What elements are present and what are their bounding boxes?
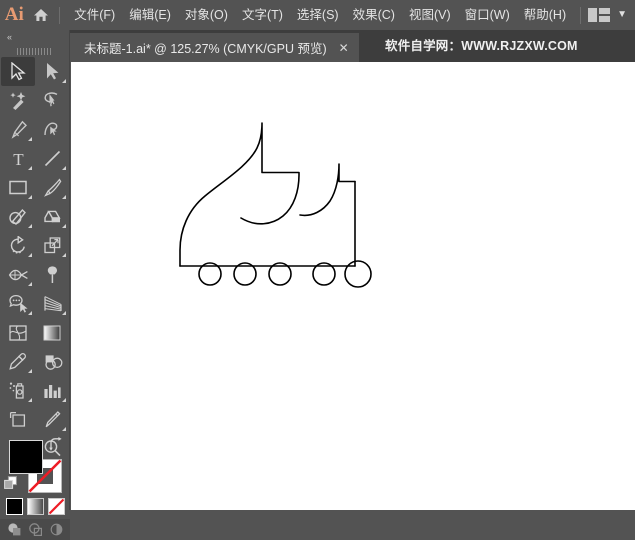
mesh-tool[interactable]	[1, 318, 35, 347]
column-graph-tool[interactable]	[35, 376, 69, 405]
menu-item-file[interactable]: 文件(F)	[67, 0, 122, 30]
draw-normal-button[interactable]	[7, 522, 22, 537]
gradient-tool[interactable]	[35, 318, 69, 347]
wheel	[344, 260, 372, 288]
free-transform-tool[interactable]	[35, 260, 69, 289]
menu-item-effect[interactable]: 效果(C)	[346, 0, 402, 30]
color-swatch[interactable]	[5, 497, 23, 515]
close-icon[interactable]: ✕	[339, 41, 349, 55]
document-tab[interactable]: 未标题-1.ai* @ 125.27% (CMYK/GPU 预览) ✕	[70, 33, 359, 62]
tool-flyout-indicator	[62, 398, 66, 402]
line-segment-tool[interactable]	[35, 144, 69, 173]
draw-mode-row	[0, 519, 70, 540]
tool-flyout-indicator	[28, 282, 32, 286]
workspace-switcher[interactable]: ▼	[573, 6, 635, 24]
eraser-tool[interactable]	[35, 202, 69, 231]
tool-flyout-indicator	[28, 137, 32, 141]
heel-curve-path	[299, 163, 356, 217]
tool-flyout-indicator	[28, 224, 32, 228]
watermark-text: 软件自学网：WWW.RJZXW.COM	[385, 39, 578, 53]
illustrator-window: Ai 文件(F) 编辑(E) 对象(O) 文字(T) 选择(S) 效果(C) 视…	[0, 0, 635, 540]
tool-flyout-indicator	[28, 195, 32, 199]
rotate-tool[interactable]	[1, 231, 35, 260]
slice-tool[interactable]	[35, 405, 69, 434]
tools-panel: « T	[0, 30, 70, 540]
fill-swatch[interactable]	[9, 440, 43, 474]
tool-flyout-indicator	[28, 311, 32, 315]
roller-skate-artwork[interactable]	[71, 62, 635, 510]
menu-item-help[interactable]: 帮助(H)	[517, 0, 573, 30]
tool-flyout-indicator	[62, 253, 66, 257]
shape-builder-tool[interactable]	[1, 289, 35, 318]
tool-grid: T	[0, 57, 69, 463]
workspace-divider	[580, 6, 582, 24]
draw-behind-button[interactable]	[28, 522, 43, 537]
fill-stroke-controls	[0, 435, 70, 495]
boot-front-path	[179, 122, 300, 267]
document-tab-title: 未标题-1.ai* @ 125.27% (CMYK/GPU 预览)	[84, 42, 327, 56]
home-icon[interactable]	[29, 0, 53, 30]
direct-selection-tool[interactable]	[35, 57, 69, 86]
default-fill-stroke-icon[interactable]	[4, 476, 18, 490]
none-swatch[interactable]	[47, 497, 65, 515]
gradient-swatch[interactable]	[26, 497, 44, 515]
menu-item-edit[interactable]: 编辑(E)	[122, 0, 178, 30]
selection-tool[interactable]	[1, 57, 35, 86]
tool-flyout-indicator	[28, 398, 32, 402]
menu-item-window[interactable]: 窗口(W)	[458, 0, 517, 30]
pen-tool[interactable]	[1, 115, 35, 144]
menu-divider	[59, 6, 61, 24]
tool-flyout-indicator	[62, 166, 66, 170]
tool-flyout-indicator	[62, 79, 66, 83]
menu-item-type[interactable]: 文字(T)	[235, 0, 290, 30]
drag-handle-grip[interactable]	[0, 45, 69, 57]
blend-tool[interactable]	[35, 347, 69, 376]
tool-flyout-indicator	[62, 195, 66, 199]
type-tool[interactable]: T	[1, 144, 35, 173]
width-tool[interactable]	[1, 260, 35, 289]
scale-tool[interactable]	[35, 231, 69, 260]
menu-bar: Ai 文件(F) 编辑(E) 对象(O) 文字(T) 选择(S) 效果(C) 视…	[0, 0, 635, 30]
svg-text:T: T	[13, 150, 24, 168]
color-mode-row	[0, 493, 70, 519]
menu-item-view[interactable]: 视图(V)	[402, 0, 458, 30]
lasso-tool[interactable]	[35, 86, 69, 115]
tool-flyout-indicator	[62, 224, 66, 228]
chevron-down-icon[interactable]: ▼	[617, 10, 627, 20]
eyedropper-tool[interactable]	[1, 347, 35, 376]
menu-item-select[interactable]: 选择(S)	[290, 0, 346, 30]
curvature-tool[interactable]	[35, 115, 69, 144]
workspace-layout-icon	[588, 8, 611, 22]
tool-flyout-indicator	[62, 427, 66, 431]
pencil-tool[interactable]	[1, 202, 35, 231]
double-chevron-left-icon[interactable]: «	[0, 30, 69, 45]
document-tab-bar: 未标题-1.ai* @ 125.27% (CMYK/GPU 预览) ✕ 软件自学…	[0, 30, 635, 62]
tool-flyout-indicator	[62, 311, 66, 315]
magic-wand-tool[interactable]	[1, 86, 35, 115]
paintbrush-tool[interactable]	[35, 173, 69, 202]
rectangle-tool[interactable]	[1, 173, 35, 202]
tool-flyout-indicator	[28, 369, 32, 373]
swap-fill-stroke-icon[interactable]	[48, 437, 63, 453]
draw-inside-button[interactable]	[49, 522, 64, 537]
app-logo: Ai	[4, 4, 24, 25]
perspective-grid-tool[interactable]	[35, 289, 69, 318]
tool-flyout-indicator	[28, 166, 32, 170]
document-canvas[interactable]	[71, 62, 635, 510]
symbol-sprayer-tool[interactable]	[1, 376, 35, 405]
tool-flyout-indicator	[28, 253, 32, 257]
menu-item-object[interactable]: 对象(O)	[178, 0, 235, 30]
artboard-tool[interactable]	[1, 405, 35, 434]
